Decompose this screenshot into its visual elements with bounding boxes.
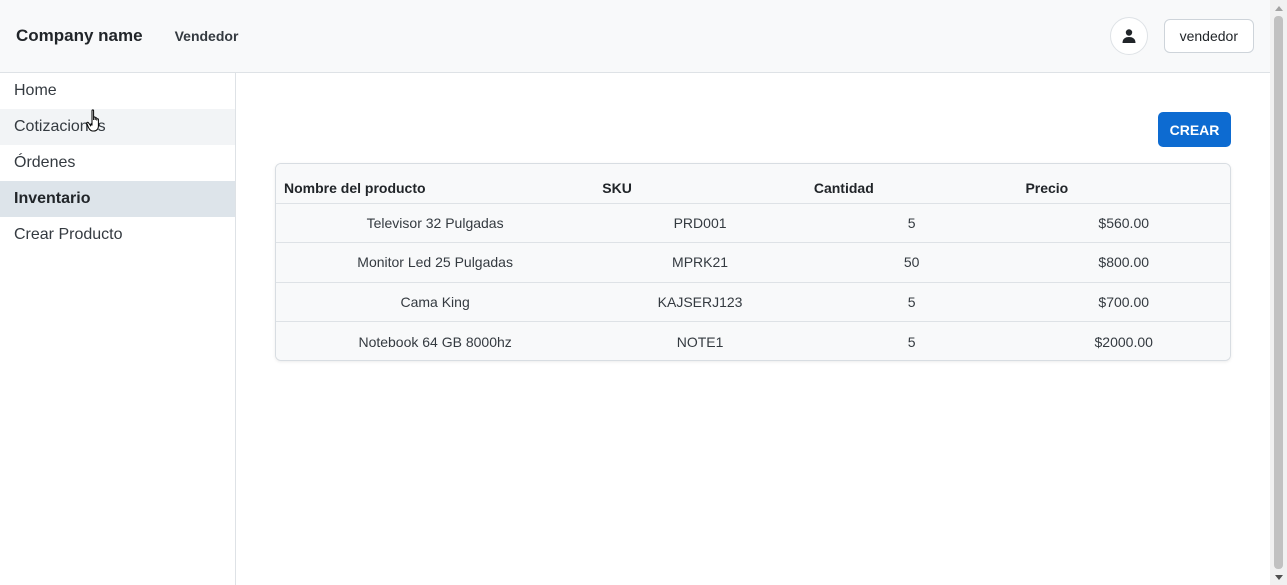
sidebar-item-label: Órdenes [14,154,76,171]
column-header-price: Precio [1017,164,1230,204]
column-header-quantity: Cantidad [805,164,1018,204]
cell-price: $800.00 [1017,242,1230,283]
cell-product-name: Televisor 32 Pulgadas [276,203,595,243]
table-header-row: Nombre del producto SKU Cantidad Precio [276,164,1230,204]
role-label: Vendedor [174,28,239,44]
brand-name[interactable]: Company name [16,26,143,46]
vertical-scrollbar[interactable] [1270,0,1287,585]
cell-sku: PRD001 [594,203,806,243]
cell-price: $2000.00 [1094,333,1153,350]
cell-price: $700.00 [1017,282,1230,322]
create-button[interactable]: CREAR [1158,112,1231,147]
cell-quantity: 5 [805,203,1018,243]
table-row[interactable]: Televisor 32 Pulgadas PRD001 5 $560.00 [276,203,1230,243]
inventory-table: Nombre del producto SKU Cantidad Precio … [276,164,1230,360]
sidebar-item-cotizaciones[interactable]: Cotizaciones [0,109,235,145]
cell-sku: KAJSERJ123 [594,282,806,322]
main-content: CREAR Nombre del producto SKU Cantidad P… [236,73,1270,585]
sidebar-item-inventario[interactable]: Inventario [0,181,235,217]
cell-sku: MPRK21 [594,242,806,283]
cell-product-name: Monitor Led 25 Pulgadas [276,242,595,283]
top-navbar: Company name Vendedor vendedor [0,0,1270,73]
cell-sku: NOTE1 [676,333,724,350]
scroll-down-arrow-icon[interactable] [1270,569,1287,585]
cell-price: $560.00 [1017,203,1230,243]
sidebar-item-ordenes[interactable]: Órdenes [0,145,235,181]
user-area: vendedor [1109,17,1254,55]
cell-product-name: Notebook 64 GB 8000hz [358,333,512,350]
sidebar-item-label: Inventario [14,190,91,207]
cell-quantity: 50 [805,242,1018,283]
inventory-table-card: Nombre del producto SKU Cantidad Precio … [275,163,1231,361]
cell-product-name: Cama King [276,282,595,322]
table-row[interactable]: Cama King KAJSERJ123 5 $700.00 [276,282,1230,322]
cell-quantity: 5 [805,282,1018,322]
scroll-up-arrow-icon[interactable] [1270,0,1287,16]
person-icon[interactable] [1109,17,1148,55]
table-row[interactable]: Monitor Led 25 Pulgadas MPRK21 50 $800.0… [276,242,1230,283]
sidebar-item-label: Crear Producto [14,226,123,243]
user-menu-button[interactable]: vendedor [1163,19,1254,53]
sidebar: Home Cotizaciones Órdenes Inventario Cre… [0,73,236,585]
sidebar-item-label: Home [14,82,57,99]
column-header-sku: SKU [594,164,806,204]
cell-quantity: 5 [907,333,916,350]
column-header-name: Nombre del producto [276,164,595,204]
sidebar-item-label: Cotizaciones [14,118,106,135]
sidebar-item-crear-producto[interactable]: Crear Producto [0,217,235,253]
table-row[interactable]: Notebook 64 GB 8000hz NOTE1 5 $2000.00 [276,321,1230,360]
scrollbar-thumb[interactable] [1274,16,1283,569]
sidebar-item-home[interactable]: Home [0,73,235,109]
person-icon-glyph [1122,29,1136,43]
